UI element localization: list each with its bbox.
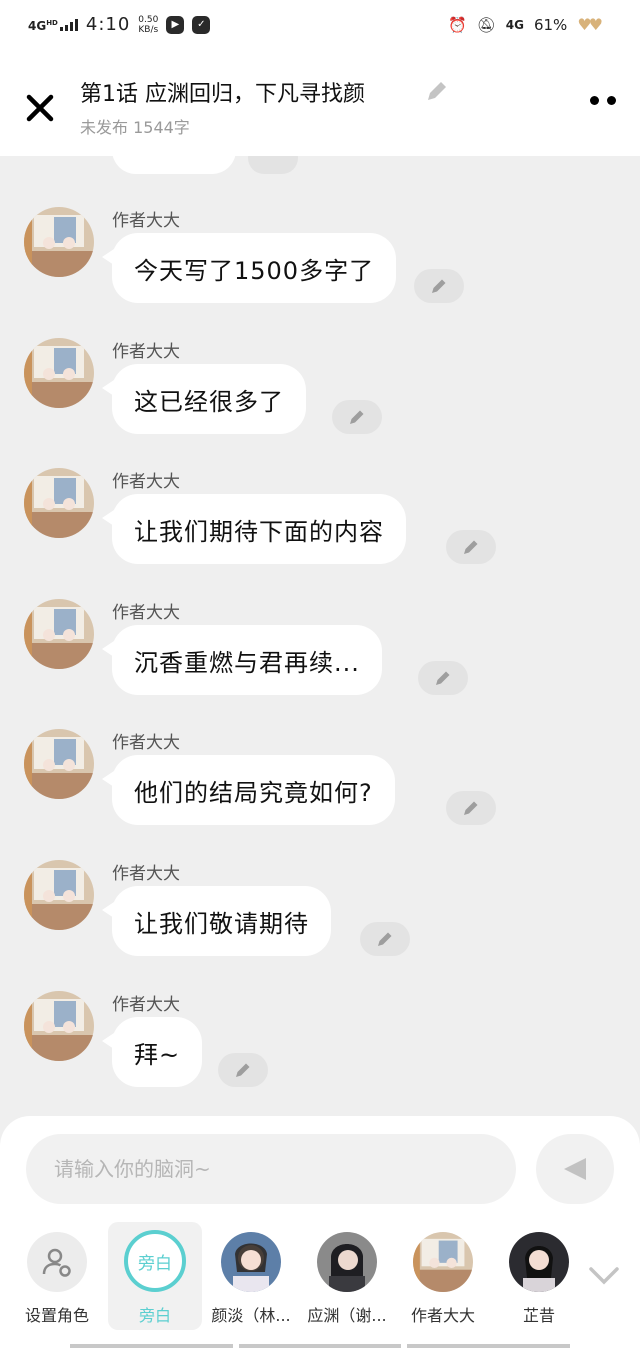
avatar: [317, 1232, 377, 1292]
chat-message: 作者大大 这已经很多了: [0, 338, 640, 458]
pencil-icon: [464, 540, 478, 554]
role-name: 作者大大: [410, 1306, 475, 1325]
edit-message-button[interactable]: [414, 269, 464, 303]
avatar: [413, 1232, 473, 1292]
chat-message: 作者大大 让我们期待下面的内容: [0, 468, 640, 588]
person-settings-icon: [42, 1248, 71, 1277]
sender-name: 作者大大: [112, 211, 180, 231]
message-bubble[interactable]: 今天写了1500多字了: [101, 233, 397, 303]
sender-name: 作者大大: [112, 472, 180, 492]
chapter-status: 未发布 1544字: [80, 118, 190, 137]
role-item-yingyuan[interactable]: 应渊（谢...: [300, 1222, 394, 1330]
status-bar: 4GHD 4:10 0.50 KB/s ▶ ✓ ⏰ 🔕︎ 4G 61% ♥♥: [0, 0, 640, 56]
chevron-down-icon: [589, 1267, 619, 1285]
sender-name: 作者大大: [112, 342, 180, 362]
edit-message-button[interactable]: [418, 661, 468, 695]
chat-area[interactable]: 作者大大 今天写了1500多字了 作者大大 这已经很多了 作者大大 让我们期待下…: [0, 156, 640, 1118]
alarm-icon: ⏰: [448, 15, 467, 34]
edit-message-button[interactable]: [218, 1053, 268, 1087]
clock: 4:10: [85, 14, 131, 35]
battery-level: 61%: [533, 15, 568, 34]
message-bubble[interactable]: 沉香重燃与君再续...: [102, 625, 382, 695]
role-settings-avatar: [27, 1232, 87, 1292]
message-bubble[interactable]: 拜~: [101, 1017, 203, 1087]
dot-icon: [607, 96, 616, 105]
pencil-icon: [378, 932, 392, 946]
message-bubble[interactable]: 让我们期待下面的内容: [102, 494, 406, 564]
battery-hearts-icon: ♥♥: [577, 15, 603, 34]
avatar[interactable]: [24, 729, 94, 799]
send-icon: [564, 1158, 586, 1180]
role-item-settings[interactable]: 设置角色: [10, 1222, 104, 1330]
avatar[interactable]: [24, 207, 94, 277]
chapter-header: 第1话 应渊回归，下凡寻找颜 未发布 1544字: [0, 56, 640, 156]
avatar[interactable]: [24, 338, 94, 408]
sender-name: 作者大大: [112, 995, 180, 1015]
pencil-icon: [350, 410, 364, 424]
chat-message: 作者大大 今天写了1500多字了: [0, 207, 640, 327]
role-name: 芷昔: [522, 1306, 555, 1325]
message-input[interactable]: [26, 1134, 522, 1204]
pencil-icon: [432, 279, 446, 293]
sender-name: 作者大大: [112, 733, 180, 753]
more-options-button[interactable]: [590, 96, 616, 105]
mute-bell-icon: 🔕︎: [476, 15, 496, 34]
role-name: 旁白: [138, 1306, 171, 1325]
role-item-author[interactable]: 作者大大: [396, 1222, 490, 1330]
role-narrator-avatar: 旁白: [124, 1230, 186, 1292]
avatar[interactable]: [24, 599, 94, 669]
avatar[interactable]: [24, 860, 94, 930]
chapter-title[interactable]: 第1话 应渊回归，下凡寻找颜: [80, 76, 365, 108]
avatar: [509, 1232, 569, 1292]
role-item-zhixi[interactable]: 芷昔: [492, 1222, 586, 1330]
sender-name: 作者大大: [112, 864, 180, 884]
chat-message: 作者大大 他们的结局究竟如何?: [0, 729, 640, 849]
role-name: 颜淡（林...: [211, 1306, 291, 1325]
composer-panel: 设置角色 旁白 旁白 颜淡（林... 应渊（谢... 作者大大: [0, 1116, 640, 1351]
role-name: 应渊（谢...: [307, 1306, 387, 1325]
edit-message-button[interactable]: [446, 530, 496, 564]
avatar[interactable]: [24, 991, 94, 1061]
avatar: [221, 1232, 281, 1292]
role-selector: 设置角色 旁白 旁白 颜淡（林... 应渊（谢... 作者大大 芷昔: [0, 1222, 640, 1332]
edit-message-button[interactable]: [360, 922, 410, 956]
message-input-wrapper[interactable]: [26, 1134, 522, 1204]
send-button[interactable]: [536, 1134, 614, 1204]
message-bubble[interactable]: 让我们敬请期待: [102, 886, 331, 956]
message-bubble[interactable]: 他们的结局究竟如何?: [102, 755, 395, 825]
edit-message-button[interactable]: [332, 400, 382, 434]
chat-message: 作者大大 拜~: [0, 991, 640, 1111]
message-bubble[interactable]: [112, 156, 236, 174]
close-button[interactable]: [22, 90, 58, 126]
chat-message: 作者大大 沉香重燃与君再续...: [0, 599, 640, 719]
signal-icon: [59, 18, 78, 31]
role-item-yandan[interactable]: 颜淡（林...: [204, 1222, 298, 1330]
network-speed: 0.50 KB/s: [138, 14, 159, 35]
media-app-icon: ▶: [166, 15, 185, 34]
pencil-icon: [464, 801, 478, 815]
edit-message-button[interactable]: [446, 791, 496, 825]
role-name: 设置角色: [24, 1306, 89, 1325]
network-indicator: 4GHD: [28, 19, 58, 33]
chat-message: 作者大大 让我们敬请期待: [0, 860, 640, 980]
edit-title-icon[interactable]: [424, 78, 452, 106]
scroll-indicator: [70, 1344, 571, 1348]
dot-icon: [590, 96, 599, 105]
shield-icon: ✓: [192, 15, 211, 34]
expand-roles-button[interactable]: [588, 1266, 620, 1290]
edit-message-button[interactable]: [248, 156, 298, 174]
avatar[interactable]: [24, 468, 94, 538]
close-icon: [26, 94, 54, 122]
role-item-narrator[interactable]: 旁白 旁白: [108, 1222, 202, 1330]
pencil-icon: [236, 1063, 250, 1077]
sender-name: 作者大大: [112, 603, 180, 623]
network-right: 4G: [505, 17, 524, 32]
message-bubble[interactable]: 这已经很多了: [102, 364, 306, 434]
pencil-icon: [436, 671, 450, 685]
